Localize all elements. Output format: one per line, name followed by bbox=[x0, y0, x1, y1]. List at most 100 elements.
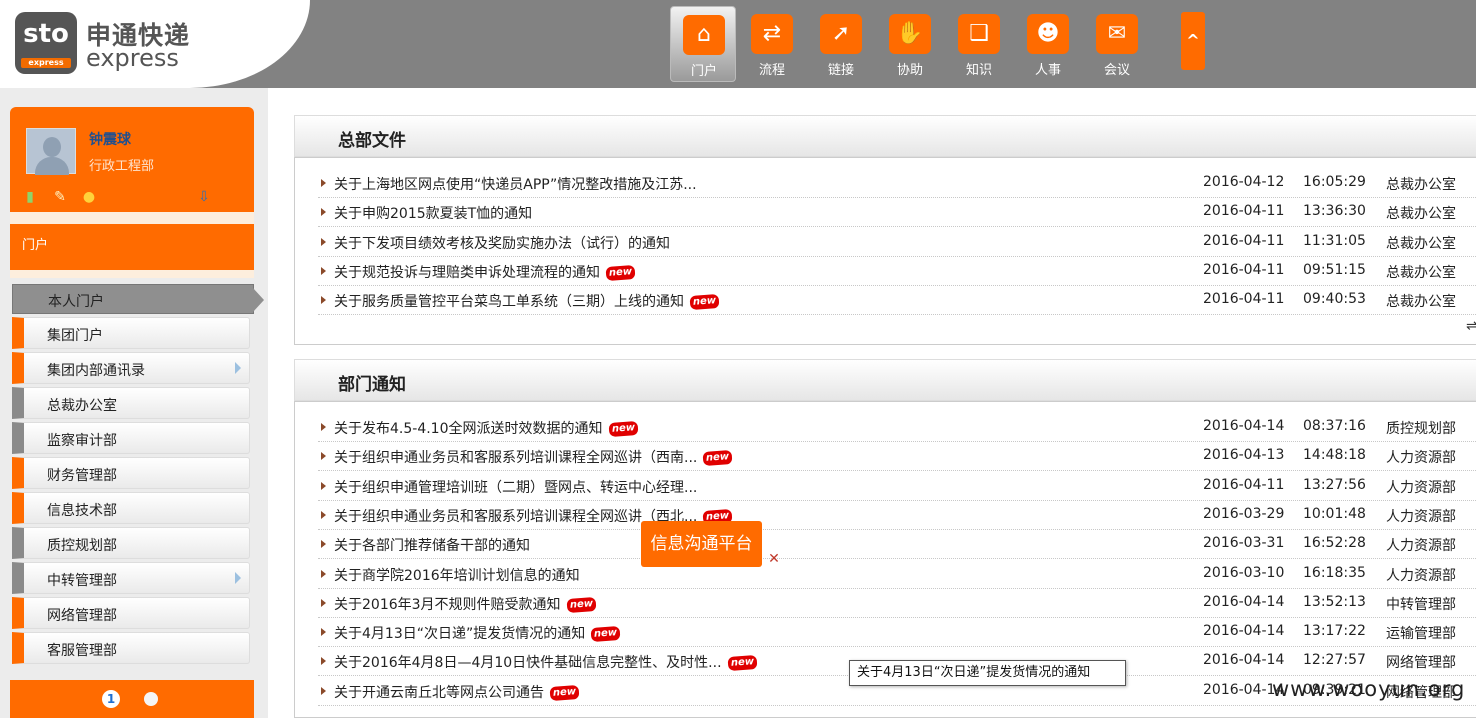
sidebar-item[interactable]: 客服管理部 bbox=[12, 632, 250, 664]
lock-icon[interactable]: ● bbox=[81, 189, 97, 205]
sidebar-item-label: 网络管理部 bbox=[47, 608, 117, 624]
sidebar-item[interactable]: 质控规划部 bbox=[12, 527, 250, 559]
hq-files-header: 总部文件 bbox=[294, 115, 1476, 157]
bullet-icon bbox=[321, 686, 326, 695]
list-item[interactable]: 关于各部门推荐储备干部的通知 2016-03-31 16:52:28 人力资源部 bbox=[318, 530, 1476, 560]
item-dept: 总裁办公室 bbox=[1386, 177, 1456, 193]
nav-item-label: 流程 bbox=[758, 63, 785, 78]
list-item[interactable]: 关于上海地区网点使用“快递员APP”情况整改措施及江苏... 2016-04-12… bbox=[318, 169, 1476, 198]
tooltip: 关于4月13日“次日递”提发货情况的通知 bbox=[849, 660, 1126, 686]
item-dept: 总裁办公室 bbox=[1386, 294, 1456, 311]
list-item[interactable]: 关于申购2015款夏装T恤的通知 2016-04-11 13:36:30 总裁办公室 bbox=[318, 198, 1476, 228]
item-title-cell[interactable]: 关于各部门推荐储备干部的通知 bbox=[334, 535, 530, 555]
bullet-icon bbox=[321, 452, 326, 461]
item-time: 16:05:29 bbox=[1303, 174, 1366, 190]
item-title[interactable]: 关于服务质量管控平台菜鸟工单系统（三期）上线的通知 bbox=[334, 294, 684, 310]
sidebar-item[interactable]: 中转管理部 bbox=[12, 562, 250, 594]
nav-item-0[interactable]: ⌂ 门户 bbox=[670, 6, 736, 82]
item-title-cell[interactable]: 关于商学院2016年培训计划信息的通知 bbox=[334, 565, 580, 585]
note-icon[interactable]: ✎ bbox=[52, 189, 68, 205]
list-item[interactable]: 关于下发项目绩效考核及奖励实施办法（试行）的通知 2016-04-11 11:31:… bbox=[318, 228, 1476, 257]
item-title[interactable]: 关于组织申通管理培训班（二期）暨网点、转运中心经理... bbox=[334, 480, 697, 496]
item-date: 2016-03-10 bbox=[1203, 564, 1285, 581]
item-title-cell[interactable]: 关于申购2015款夏装T恤的通知 bbox=[334, 203, 532, 223]
item-title[interactable]: 关于开通云南丘北等网点公司通告 bbox=[334, 685, 544, 701]
user-name[interactable]: 钟震球 bbox=[89, 129, 131, 149]
list-item[interactable]: 关于组织申通业务员和客服系列培训课程全网巡讲（西北... new 2016-03-2… bbox=[318, 501, 1476, 530]
sidebar-item[interactable]: 集团门户 bbox=[12, 317, 250, 349]
item-title-cell[interactable]: 关于组织申通业务员和客服系列培训课程全网巡讲（西南... new bbox=[334, 447, 733, 467]
list-item[interactable]: 关于组织申通管理培训班（二期）暨网点、转运中心经理... 2016-04-11 13… bbox=[318, 472, 1476, 501]
item-title[interactable]: 关于4月13日“次日递”提发货情况的通知 bbox=[334, 626, 585, 642]
sidebar-item[interactable]: 网络管理部 bbox=[12, 597, 250, 629]
item-title[interactable]: 关于申购2015款夏装T恤的通知 bbox=[334, 206, 532, 222]
list-item[interactable]: 关于2016年3月不规则件赔受款通知 new 2016-04-14 13:52:13 中… bbox=[318, 589, 1476, 618]
download-icon[interactable]: ⇩ bbox=[196, 189, 212, 205]
book-icon[interactable]: ▮ bbox=[22, 189, 38, 205]
item-title[interactable]: 关于各部门推荐储备干部的通知 bbox=[334, 538, 530, 554]
list-item[interactable]: 关于组织申通业务员和客服系列培训课程全网巡讲（西南... new 2016-04-1… bbox=[318, 442, 1476, 472]
bullet-icon bbox=[321, 510, 326, 519]
item-title-cell[interactable]: 关于组织申通管理培训班（二期）暨网点、转运中心经理... bbox=[334, 477, 697, 497]
nav-item-6[interactable]: ✉ 会议 bbox=[1084, 6, 1150, 82]
page-dot-1[interactable]: 1 bbox=[102, 690, 120, 708]
item-dept: 总裁办公室 bbox=[1386, 206, 1456, 223]
sidebar-item-label: 质控规划部 bbox=[47, 538, 117, 554]
collapse-nav-button[interactable]: ^ bbox=[1181, 12, 1205, 70]
item-title[interactable]: 关于发布4.5-4.10全网派送时效数据的通知 bbox=[334, 421, 603, 437]
item-dept: 中转管理部 bbox=[1386, 596, 1456, 613]
item-title-cell[interactable]: 关于发布4.5-4.10全网派送时效数据的通知 new bbox=[334, 418, 639, 438]
item-title[interactable]: 关于上海地区网点使用“快递员APP”情况整改措施及江苏... bbox=[334, 177, 697, 193]
nav-item-4[interactable]: ❑ 知识 bbox=[946, 6, 1012, 82]
list-item[interactable]: 关于发布4.5-4.10全网派送时效数据的通知 new 2016-04-14 08:3… bbox=[318, 413, 1476, 442]
more-icon[interactable]: ⇌ bbox=[1466, 318, 1476, 334]
sidebar-item[interactable]: 集团内部通讯录 bbox=[12, 352, 250, 384]
sidebar-item-my-portal[interactable]: 本人门户 bbox=[12, 284, 264, 314]
brand-name-en: express bbox=[86, 44, 179, 72]
avatar[interactable] bbox=[26, 128, 76, 175]
list-item[interactable]: 关于规范投诉与理赔类申诉处理流程的通知 new 2016-04-11 09:51:15… bbox=[318, 257, 1476, 286]
sidebar-item[interactable]: 财务管理部 bbox=[12, 457, 250, 489]
list-item[interactable]: 关于服务质量管控平台菜鸟工单系统（三期）上线的通知 new 2016-04-11 09… bbox=[318, 286, 1476, 316]
item-title-cell[interactable]: 关于上海地区网点使用“快递员APP”情况整改措施及江苏... bbox=[334, 174, 697, 194]
item-title-cell[interactable]: 关于服务质量管控平台菜鸟工单系统（三期）上线的通知 new bbox=[334, 291, 720, 311]
item-title[interactable]: 关于2016年4月8日—4月10日快件基础信息完整性、及时性... bbox=[334, 655, 722, 671]
item-title-cell[interactable]: 关于2016年4月8日—4月10日快件基础信息完整性、及时性... new bbox=[334, 652, 758, 672]
item-title[interactable]: 关于2016年3月不规则件赔受款通知 bbox=[334, 597, 561, 613]
item-title[interactable]: 关于下发项目绩效考核及奖励实施办法（试行）的通知 bbox=[334, 236, 670, 252]
item-title-cell[interactable]: 关于规范投诉与理赔类申诉处理流程的通知 new bbox=[334, 262, 636, 282]
item-title[interactable]: 关于商学院2016年培训计划信息的通知 bbox=[334, 568, 580, 584]
item-dept: 人力资源部 bbox=[1386, 567, 1456, 584]
page-dot-2[interactable] bbox=[144, 692, 158, 706]
sidebar-item[interactable]: 总裁办公室 bbox=[12, 387, 250, 419]
item-title-cell[interactable]: 关于下发项目绩效考核及奖励实施办法（试行）的通知 bbox=[334, 233, 670, 253]
menu-strip bbox=[10, 270, 254, 278]
close-icon[interactable]: ✕ bbox=[766, 551, 782, 567]
nav-item-2[interactable]: ➚ 链接 bbox=[808, 6, 874, 82]
tab-portal[interactable]: 门户 bbox=[10, 224, 254, 270]
sidebar-item[interactable]: 监察审计部 bbox=[12, 422, 250, 454]
item-title-cell[interactable]: 关于4月13日“次日递”提发货情况的通知 new bbox=[334, 623, 621, 643]
item-date: 2016-04-14 bbox=[1203, 418, 1285, 434]
item-time: 09:40:53 bbox=[1303, 291, 1366, 308]
info-platform-button[interactable]: 信息沟通平台 bbox=[641, 521, 762, 567]
item-date: 2016-03-31 bbox=[1203, 535, 1285, 552]
bullet-icon bbox=[321, 179, 326, 187]
item-time: 08:37:16 bbox=[1303, 418, 1366, 434]
item-title-cell[interactable]: 关于开通云南丘北等网点公司通告 new bbox=[334, 682, 580, 702]
nav-item-1[interactable]: ⇄ 流程 bbox=[739, 6, 805, 82]
item-time: 16:52:28 bbox=[1303, 535, 1366, 552]
nav-item-5[interactable]: ☻ 人事 bbox=[1015, 6, 1081, 82]
submenu-arrow-icon bbox=[235, 362, 241, 374]
sidebar-pagination: 1 bbox=[10, 680, 254, 718]
list-item[interactable]: 关于4月13日“次日递”提发货情况的通知 new 2016-04-14 13:17:2… bbox=[318, 618, 1476, 648]
list-item[interactable]: 关于商学院2016年培训计划信息的通知 2016-03-10 16:18:35 人力资… bbox=[318, 560, 1476, 589]
item-time: 10:01:48 bbox=[1303, 505, 1366, 522]
nav-item-3[interactable]: ✋ 协助 bbox=[877, 6, 943, 82]
item-title-cell[interactable]: 关于2016年3月不规则件赔受款通知 new bbox=[334, 594, 597, 614]
sidebar-item[interactable]: 信息技术部 bbox=[12, 492, 250, 524]
sto-logo[interactable]: sto express bbox=[15, 12, 77, 74]
item-title[interactable]: 关于组织申通业务员和客服系列培训课程全网巡讲（西南... bbox=[334, 450, 697, 466]
item-dept: 人力资源部 bbox=[1386, 508, 1456, 525]
item-title[interactable]: 关于规范投诉与理赔类申诉处理流程的通知 bbox=[334, 265, 600, 281]
